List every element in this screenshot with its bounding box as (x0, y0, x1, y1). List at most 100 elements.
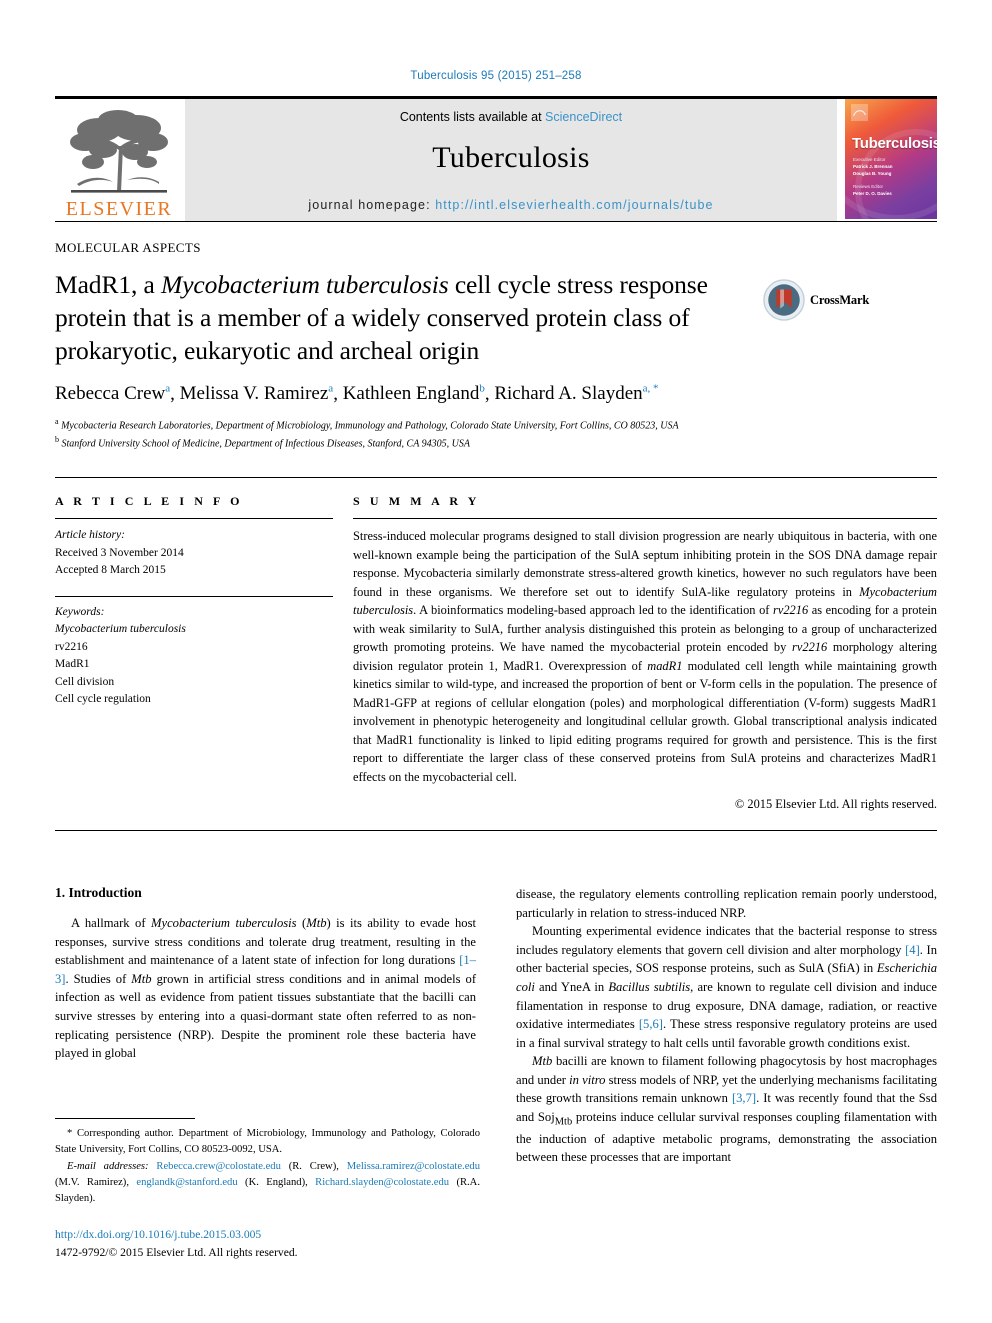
keywords-rule (55, 595, 333, 597)
keywords-label: Keywords: (55, 605, 105, 618)
intro-p1-italic-3: Mtb (131, 971, 152, 986)
contents-available-line: Contents lists available at ScienceDirec… (400, 99, 622, 124)
summary-seg-2: . A bioinformatics modeling-based approa… (413, 603, 774, 618)
right-p3-italic-1: Mtb (532, 1054, 553, 1069)
author-2: Kathleen Englandb (343, 383, 485, 404)
page-title: MadR1, a Mycobacterium tuberculosis cell… (55, 269, 755, 368)
section-label: MOLECULAR ASPECTS (55, 240, 201, 255)
title-part-1: MadR1, a (55, 270, 162, 299)
cover-editor-label-2: Reviews Editor (853, 184, 884, 189)
article-info-header: A R T I C L E I N F O (55, 494, 244, 509)
keyword-1: rv2216 (55, 640, 88, 653)
summary-italic-4: madR1 (647, 658, 683, 673)
footnote-block: * Corresponding author. Department of Mi… (55, 1118, 480, 1261)
doi-link[interactable]: http://dx.doi.org/10.1016/j.tube.2015.03… (55, 1226, 480, 1243)
article-info-column: A R T I C L E I N F O Article history: R… (55, 494, 353, 812)
author-1-name: Melissa V. Ramirez (179, 383, 329, 404)
footnote-text: * Corresponding author. Department of Mi… (55, 1126, 480, 1206)
author-2-name: Kathleen England (342, 383, 480, 404)
summary-italic-3: rv2216 (792, 640, 828, 655)
contents-prefix: Contents lists available at (399, 110, 546, 124)
right-paragraph-2: Mounting experimental evidence indicates… (516, 922, 937, 1052)
journal-title: Tuberculosis (432, 141, 590, 174)
running-head: Tuberculosis 95 (2015) 251–258 (410, 70, 582, 82)
summary-rule (353, 518, 937, 520)
article-history-label: Article history: (55, 529, 125, 542)
elsevier-tree-icon (63, 106, 175, 198)
cover-editors: Executive Editor Patrick J. Brennan Doug… (853, 157, 893, 198)
crossmark-icon (763, 279, 805, 321)
right-p3-subscript: Mtb (554, 1116, 573, 1128)
keyword-2: MadR1 (55, 658, 90, 671)
sciencedirect-link[interactable]: ScienceDirect (545, 110, 622, 124)
intro-p1-italic-1: Mycobacterium tuberculosis (150, 916, 297, 931)
right-p2-italic-2: Bacillus subtilis (608, 979, 691, 994)
intro-p1-italic-2: Mtb (306, 916, 327, 931)
cover-editor-3: Peter D. O. Davies (853, 190, 892, 196)
summary-header: S U M M A R Y (353, 494, 481, 509)
homepage-url-link[interactable]: http://intl.elsevierhealth.com/journals/… (435, 198, 713, 212)
email-owner-0: (R. Crew), (280, 1161, 347, 1173)
citation-4[interactable]: [4] (905, 943, 920, 957)
article-info-rule (55, 518, 333, 520)
article-received-date: Received 3 November 2014 (55, 546, 184, 559)
email-link-1[interactable]: Melissa.ramirez@colostate.edu (347, 1161, 480, 1172)
cover-editor-1: Patrick J. Brennan (853, 163, 893, 169)
keywords-group: Keywords: Mycobacterium tuberculosis rv2… (55, 604, 333, 709)
intro-paragraph-1: A hallmark of Mycobacterium tuberculosis… (55, 914, 476, 1063)
author-3: Richard A. Slaydena, * (494, 383, 658, 404)
issn-copyright-line: 1472-9792/© 2015 Elsevier Ltd. All right… (55, 1245, 298, 1259)
intro-p1-seg-a: A hallmark of (71, 916, 151, 931)
title-row: MadR1, a Mycobacterium tuberculosis cell… (55, 269, 937, 368)
author-list: Rebecca Crewa, Melissa V. Ramireza, Kath… (55, 382, 659, 404)
intro-p1-seg-d: . Studies of (65, 971, 132, 986)
author-1-sup: a (328, 382, 334, 395)
summary-column: S U M M A R Y Stress-induced molecular p… (353, 494, 937, 812)
masthead-bottom-rule (55, 221, 937, 222)
journal-homepage-line: journal homepage: http://intl.elsevierhe… (185, 198, 837, 221)
keyword-3: Cell division (55, 675, 115, 688)
citation-3-7[interactable]: [3,7] (732, 1091, 756, 1105)
summary-italic-2: rv2216 (773, 603, 809, 618)
journal-band: Contents lists available at ScienceDirec… (185, 99, 837, 221)
elsevier-wordmark: ELSEVIER (65, 198, 173, 220)
right-p3-seg-d: proteins induce cellular survival respon… (516, 1109, 937, 1165)
cover-editor-2: Douglas B. Young (853, 170, 892, 176)
citation-5-6[interactable]: [5,6] (639, 1017, 663, 1031)
journal-masthead: ELSEVIER Contents lists available at Sci… (55, 96, 937, 221)
affiliation-b: b Stanford University School of Medicine… (55, 434, 937, 452)
affiliation-b-text: Stanford University School of Medicine, … (61, 437, 470, 449)
author-0: Rebecca Crewa (55, 383, 170, 404)
email-owner-2: (K. England), (237, 1177, 316, 1189)
article-info-summary-box: A R T I C L E I N F O Article history: R… (55, 477, 937, 832)
journal-cover-thumbnail: Tuberculosis Executive Editor Patrick J.… (845, 99, 937, 219)
article-history-group: Article history: Received 3 November 201… (55, 527, 333, 579)
affiliation-list: a Mycobacteria Research Laboratories, De… (55, 416, 937, 452)
email-label: E-mail addresses: (67, 1161, 149, 1173)
email-addresses-note: E-mail addresses: Rebecca.crew@colostate… (55, 1159, 480, 1206)
author-0-sup: a (165, 382, 171, 395)
summary-seg-5: modulated cell length while maintaining … (353, 658, 937, 784)
right-paragraph-3: Mtb bacilli are known to filament follow… (516, 1052, 937, 1167)
right-paragraph-1: disease, the regulatory elements control… (516, 887, 937, 920)
affiliation-a-marker: a (55, 416, 59, 426)
author-3-name: Richard A. Slayden (494, 383, 643, 404)
keyword-0: Mycobacterium tuberculosis (55, 623, 186, 636)
crossmark-label: CrossMark (810, 292, 870, 307)
right-p3-italic-2: in vitro (569, 1072, 606, 1087)
email-link-2[interactable]: englandk@stanford.edu (136, 1177, 237, 1188)
article-accepted-date: Accepted 8 March 2015 (55, 564, 166, 577)
affiliation-a: a Mycobacteria Research Laboratories, De… (55, 416, 937, 434)
title-italic-species: Mycobacterium tuberculosis (161, 270, 449, 299)
crossmark-badge[interactable]: CrossMark (763, 279, 881, 321)
cover-title: Tuberculosis (852, 135, 937, 152)
email-link-3[interactable]: Richard.slayden@colostate.edu (315, 1177, 449, 1188)
body-column-right: disease, the regulatory elements control… (516, 885, 937, 1167)
email-owner-1: (M.V. Ramirez), (55, 1177, 137, 1189)
summary-seg-1: Stress-induced molecular programs design… (353, 529, 937, 599)
email-link-0[interactable]: Rebecca.crew@colostate.edu (156, 1161, 280, 1172)
footnote-rule (55, 1118, 195, 1119)
introduction-heading: 1. Introduction (55, 885, 142, 901)
keyword-4: Cell cycle regulation (55, 693, 151, 706)
